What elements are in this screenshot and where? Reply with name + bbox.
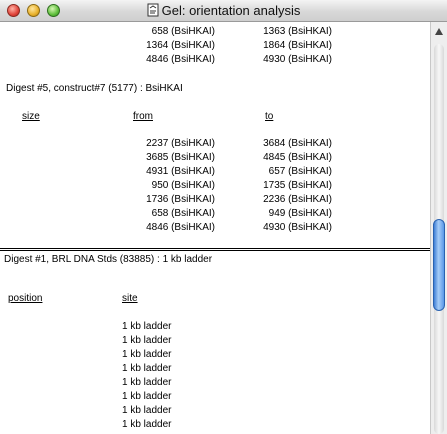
table-row: 1426 1 kb ladder	[0, 405, 171, 417]
scroll-up-arrow-icon[interactable]	[435, 28, 443, 35]
section-divider	[0, 250, 430, 251]
position-column-header: position	[8, 293, 43, 304]
table-row: 784 1 kb ladder	[0, 377, 171, 389]
to-cell: 1363 (BsiHKAI)	[263, 26, 332, 37]
site-cell: 1 kb ladder	[122, 391, 172, 402]
size-column-header: size	[22, 111, 40, 122]
table-row: 501 1736 (BsiHKAI) 2236 (BsiHKAI)	[0, 194, 332, 206]
site-cell: 1 kb ladder	[122, 419, 172, 430]
from-cell: 1736 (BsiHKAI)	[146, 194, 215, 205]
window-title-text: Gel: orientation analysis	[161, 3, 301, 18]
to-cell: 2236 (BsiHKAI)	[263, 194, 332, 205]
scroll-thumb[interactable]	[433, 219, 445, 311]
digest1-heading: Digest #1, BRL DNA Stds (83885) : 1 kb l…	[4, 254, 213, 265]
table-row: 85 4846 (BsiHKAI) 4930 (BsiHKAI)	[0, 222, 332, 234]
table-row: 75 1 kb ladder	[0, 321, 171, 333]
to-cell: 657 (BsiHKAI)	[268, 166, 332, 177]
to-cell: 1735 (BsiHKAI)	[263, 180, 332, 191]
report-content: 706 658 (BsiHKAI) 1363 (BsiHKAI) 501 136…	[0, 22, 430, 434]
table-row: 904 4931 (BsiHKAI) 657 (BsiHKAI)	[0, 166, 332, 178]
table-row: 363 1 kb ladder	[0, 349, 171, 361]
to-cell: 3684 (BsiHKAI)	[263, 138, 332, 149]
table-row: 1448 2237 (BsiHKAI) 3684 (BsiHKAI)	[0, 138, 332, 150]
to-cell: 949 (BsiHKAI)	[268, 208, 332, 219]
site-cell: 1 kb ladder	[122, 377, 172, 388]
section-divider	[0, 248, 430, 249]
digest5-heading: Digest #5, construct#7 (5177) : BsiHKAI	[6, 83, 183, 94]
from-cell: 4846 (BsiHKAI)	[146, 222, 215, 233]
to-column-header: to	[265, 111, 274, 122]
to-cell: 4930 (BsiHKAI)	[263, 222, 332, 233]
from-cell: 658 (BsiHKAI)	[151, 26, 215, 37]
window-title: Gel: orientation analysis	[0, 3, 447, 18]
table-row: 501 1364 (BsiHKAI) 1864 (BsiHKAI)	[0, 40, 332, 52]
site-cell: 1 kb ladder	[122, 321, 172, 332]
table-row: 1081 1 kb ladder	[0, 391, 171, 403]
table-row: 564 1 kb ladder	[0, 363, 171, 375]
table-row: 1161 3685 (BsiHKAI) 4845 (BsiHKAI)	[0, 152, 332, 164]
site-cell: 1 kb ladder	[122, 335, 172, 346]
site-cell: 1 kb ladder	[122, 405, 172, 416]
from-cell: 4931 (BsiHKAI)	[146, 166, 215, 177]
site-column-header: site	[122, 293, 138, 304]
table-row: 292 658 (BsiHKAI) 949 (BsiHKAI)	[0, 208, 332, 220]
table-row: 1822 1 kb ladder	[0, 419, 171, 431]
to-cell: 1864 (BsiHKAI)	[263, 40, 332, 51]
site-cell: 1 kb ladder	[122, 349, 172, 360]
from-cell: 2237 (BsiHKAI)	[146, 138, 215, 149]
vertical-scrollbar[interactable]	[430, 22, 447, 434]
site-cell: 1 kb ladder	[122, 363, 172, 374]
from-cell: 4846 (BsiHKAI)	[146, 54, 215, 65]
table-row: 85 4846 (BsiHKAI) 4930 (BsiHKAI)	[0, 54, 332, 66]
from-column-header: from	[133, 111, 153, 122]
table-row: 786 950 (BsiHKAI) 1735 (BsiHKAI)	[0, 180, 332, 192]
title-bar: Gel: orientation analysis	[0, 0, 447, 22]
app-document-icon	[147, 3, 159, 17]
table-row: 209 1 kb ladder	[0, 335, 171, 347]
from-cell: 3685 (BsiHKAI)	[146, 152, 215, 163]
from-cell: 950 (BsiHKAI)	[151, 180, 215, 191]
to-cell: 4845 (BsiHKAI)	[263, 152, 332, 163]
table-row: 706 658 (BsiHKAI) 1363 (BsiHKAI)	[0, 26, 332, 38]
from-cell: 658 (BsiHKAI)	[151, 208, 215, 219]
from-cell: 1364 (BsiHKAI)	[146, 40, 215, 51]
to-cell: 4930 (BsiHKAI)	[263, 54, 332, 65]
